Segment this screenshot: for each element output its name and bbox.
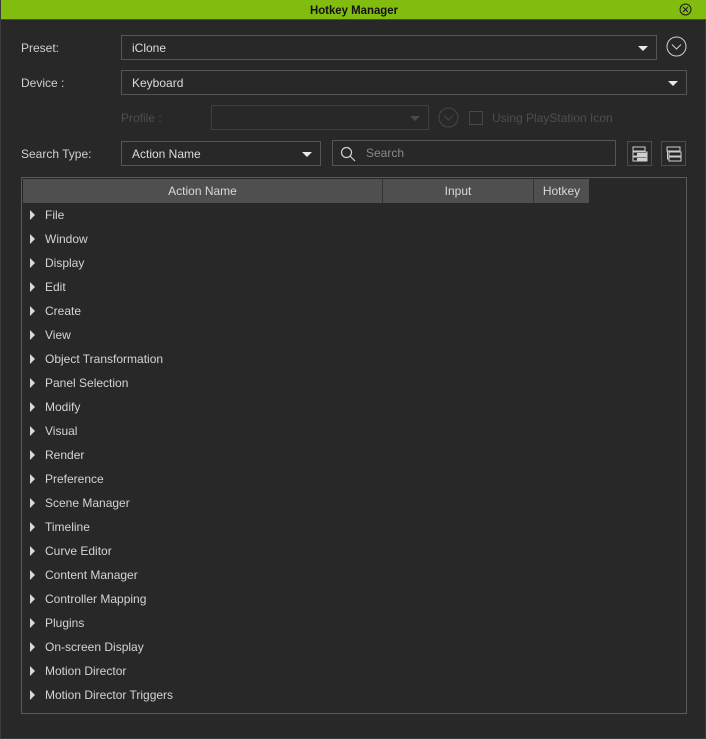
expand-all-button[interactable] — [627, 141, 652, 166]
tree-row-visual[interactable]: Visual — [22, 419, 686, 443]
tree-row-curve-editor[interactable]: Curve Editor — [22, 539, 686, 563]
expand-triangle-icon[interactable] — [30, 306, 35, 316]
expand-triangle-icon[interactable] — [30, 426, 35, 436]
title-bar[interactable]: Hotkey Manager — [1, 0, 706, 20]
device-label: Device : — [21, 76, 65, 90]
expand-triangle-icon[interactable] — [30, 690, 35, 700]
tree-row-scene-manager[interactable]: Scene Manager — [22, 491, 686, 515]
row-label: Render — [45, 448, 85, 462]
row-label: File — [45, 208, 65, 222]
expand-triangle-icon[interactable] — [30, 330, 35, 340]
expand-triangle-icon[interactable] — [30, 618, 35, 628]
dropdown-arrow-icon — [668, 81, 678, 86]
tree-row-controller-mapping[interactable]: Controller Mapping — [22, 587, 686, 611]
tree-row-file[interactable]: File — [22, 203, 686, 227]
column-header-input[interactable]: Input — [383, 179, 534, 203]
tree-row-preference[interactable]: Preference — [22, 467, 686, 491]
expand-triangle-icon[interactable] — [30, 354, 35, 364]
profile-dropdown — [211, 105, 429, 130]
dropdown-arrow-icon — [302, 152, 312, 157]
tree-row-object-transformation[interactable]: Object Transformation — [22, 347, 686, 371]
tree-row-display[interactable]: Display — [22, 251, 686, 275]
playstation-icon-checkbox[interactable] — [469, 111, 483, 125]
tree-row-content-manager[interactable]: Content Manager — [22, 563, 686, 587]
expand-triangle-icon[interactable] — [30, 210, 35, 220]
row-label: Plugins — [45, 616, 85, 630]
window-title: Hotkey Manager — [309, 3, 399, 17]
collapse-all-icon — [666, 146, 682, 162]
row-label: Motion Director Triggers — [45, 688, 174, 702]
close-icon[interactable] — [679, 3, 692, 16]
row-label: Visual — [45, 424, 78, 438]
dropdown-arrow-icon — [638, 46, 648, 51]
profile-menu-chevron-icon — [438, 107, 459, 128]
expand-triangle-icon[interactable] — [30, 522, 35, 532]
device-dropdown[interactable]: Keyboard — [121, 70, 687, 95]
expand-triangle-icon[interactable] — [30, 594, 35, 604]
row-label: Object Transformation — [45, 352, 164, 366]
row-label: Timeline — [45, 520, 90, 534]
row-label: Modify — [45, 400, 81, 414]
expand-triangle-icon[interactable] — [30, 378, 35, 388]
row-label: Curve Editor — [45, 544, 112, 558]
search-icon — [340, 146, 356, 162]
collapse-all-button[interactable] — [661, 141, 686, 166]
expand-triangle-icon[interactable] — [30, 498, 35, 508]
expand-all-icon — [632, 146, 648, 162]
preset-label: Preset: — [21, 41, 60, 55]
row-label: Window — [45, 232, 88, 246]
expand-triangle-icon[interactable] — [30, 642, 35, 652]
tree-row-view[interactable]: View — [22, 323, 686, 347]
tree-row-timeline[interactable]: Timeline — [22, 515, 686, 539]
row-label: On-screen Display — [45, 640, 144, 654]
row-label: Motion Director — [45, 664, 127, 678]
row-label: Create — [45, 304, 82, 318]
column-header-action-name[interactable]: Action Name — [23, 179, 383, 203]
tree-row-panel-selection[interactable]: Panel Selection — [22, 371, 686, 395]
tree-row-create[interactable]: Create — [22, 299, 686, 323]
tree-row-window[interactable]: Window — [22, 227, 686, 251]
expand-triangle-icon[interactable] — [30, 282, 35, 292]
tree-row-render[interactable]: Render — [22, 443, 686, 467]
hotkey-tree-table: Action Name Input Hotkey File Window Dis… — [21, 177, 687, 714]
row-label: Preference — [45, 472, 104, 486]
search-type-dropdown[interactable]: Action Name — [121, 141, 321, 166]
preset-dropdown[interactable]: iClone — [121, 35, 657, 60]
tree-row-modify[interactable]: Modify — [22, 395, 686, 419]
hotkey-manager-window: Hotkey Manager Preset: iClone Device : K… — [0, 0, 706, 739]
expand-triangle-icon[interactable] — [30, 570, 35, 580]
preset-menu-chevron-icon[interactable] — [666, 36, 687, 57]
tree-row-on-screen-display[interactable]: On-screen Display — [22, 635, 686, 659]
row-label: Edit — [45, 280, 66, 294]
profile-label: Profile : — [121, 111, 162, 125]
row-label: Panel Selection — [45, 376, 129, 390]
column-header-hotkey[interactable]: Hotkey — [534, 179, 589, 203]
row-label: Controller Mapping — [45, 592, 147, 606]
expand-triangle-icon[interactable] — [30, 666, 35, 676]
search-input[interactable] — [366, 144, 606, 162]
search-box[interactable] — [332, 140, 616, 166]
tree-row-motion-director[interactable]: Motion Director — [22, 659, 686, 683]
row-label: View — [45, 328, 71, 342]
device-value: Keyboard — [132, 76, 184, 90]
row-label: Content Manager — [45, 568, 138, 582]
row-label: Scene Manager — [45, 496, 130, 510]
expand-triangle-icon[interactable] — [30, 474, 35, 484]
expand-triangle-icon[interactable] — [30, 546, 35, 556]
tree-rows: File Window Display Edit Create View Obj… — [22, 203, 686, 707]
expand-triangle-icon[interactable] — [30, 234, 35, 244]
expand-triangle-icon[interactable] — [30, 402, 35, 412]
playstation-icon-label: Using PlayStation Icon — [492, 111, 613, 125]
dropdown-arrow-icon — [410, 116, 420, 121]
tree-row-motion-director-triggers[interactable]: Motion Director Triggers — [22, 683, 686, 707]
tree-row-plugins[interactable]: Plugins — [22, 611, 686, 635]
search-type-label: Search Type: — [21, 147, 92, 161]
row-label: Display — [45, 256, 85, 270]
tree-row-edit[interactable]: Edit — [22, 275, 686, 299]
expand-triangle-icon[interactable] — [30, 450, 35, 460]
preset-value: iClone — [132, 41, 167, 55]
expand-triangle-icon[interactable] — [30, 258, 35, 268]
search-type-value: Action Name — [132, 147, 201, 161]
